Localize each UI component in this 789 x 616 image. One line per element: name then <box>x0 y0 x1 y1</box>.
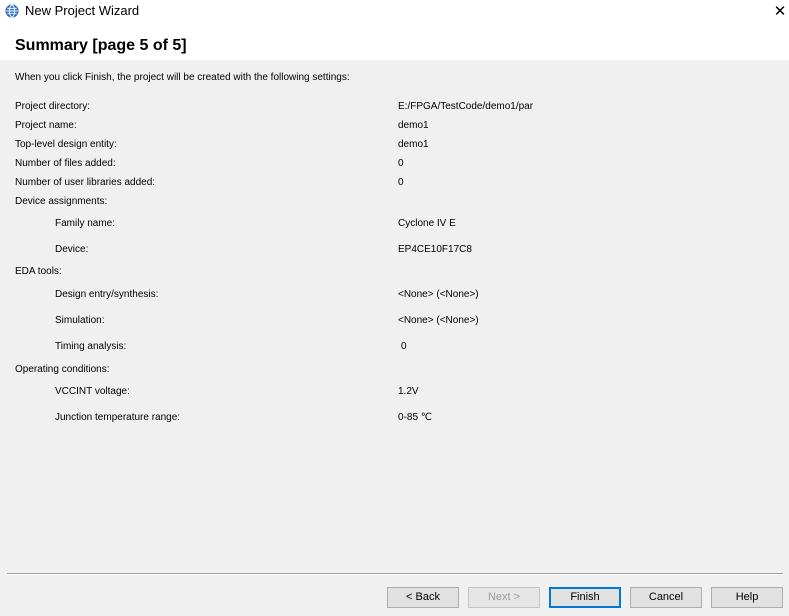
label-junction-temperature: Junction temperature range: <box>55 412 181 423</box>
label-project-name: Project name: <box>15 120 77 131</box>
label-device-assignments: Device assignments: <box>15 196 108 207</box>
value-junction-temperature: 0-85 ℃ <box>398 412 433 423</box>
title-bar: New Project Wizard ✕ <box>0 0 789 26</box>
back-button[interactable]: < Back <box>387 587 459 608</box>
value-device: EP4CE10F17C8 <box>398 244 472 255</box>
label-timing-analysis: Timing analysis: <box>55 341 127 352</box>
value-design-entry: <None> (<None>) <box>398 289 479 300</box>
label-operating-conditions: Operating conditions: <box>15 364 110 375</box>
value-project-directory: E:/FPGA/TestCode/demo1/par <box>398 101 534 112</box>
help-button[interactable]: Help <box>711 587 783 608</box>
label-design-entry: Design entry/synthesis: <box>55 289 159 300</box>
label-family-name: Family name: <box>55 218 116 229</box>
value-family-name: Cyclone IV E <box>398 218 456 229</box>
close-icon[interactable]: ✕ <box>772 2 788 20</box>
footer-divider <box>7 573 783 575</box>
value-simulation: <None> (<None>) <box>398 315 479 326</box>
label-eda-tools: EDA tools: <box>15 266 62 277</box>
value-timing-analysis: 0 <box>401 341 407 352</box>
label-files-added: Number of files added: <box>15 158 116 169</box>
intro-text: When you click Finish, the project will … <box>15 72 350 83</box>
label-project-directory: Project directory: <box>15 101 91 112</box>
next-button[interactable]: Next > <box>468 587 540 608</box>
value-top-level-entity: demo1 <box>398 139 429 150</box>
value-project-name: demo1 <box>398 120 429 131</box>
label-top-level-entity: Top-level design entity: <box>15 139 117 150</box>
cancel-button[interactable]: Cancel <box>630 587 702 608</box>
value-vccint-voltage: 1.2V <box>398 386 419 397</box>
page-header: Summary [page 5 of 5] <box>0 26 789 60</box>
globe-app-icon <box>5 4 19 18</box>
value-files-added: 0 <box>398 158 404 169</box>
value-user-libraries: 0 <box>398 177 404 188</box>
label-vccint-voltage: VCCINT voltage: <box>55 386 130 397</box>
page-title: Summary [page 5 of 5] <box>15 37 187 54</box>
label-device: Device: <box>55 244 89 255</box>
label-user-libraries: Number of user libraries added: <box>15 177 156 188</box>
label-simulation: Simulation: <box>55 315 105 326</box>
window-title: New Project Wizard <box>25 3 140 18</box>
finish-button[interactable]: Finish <box>549 587 621 608</box>
